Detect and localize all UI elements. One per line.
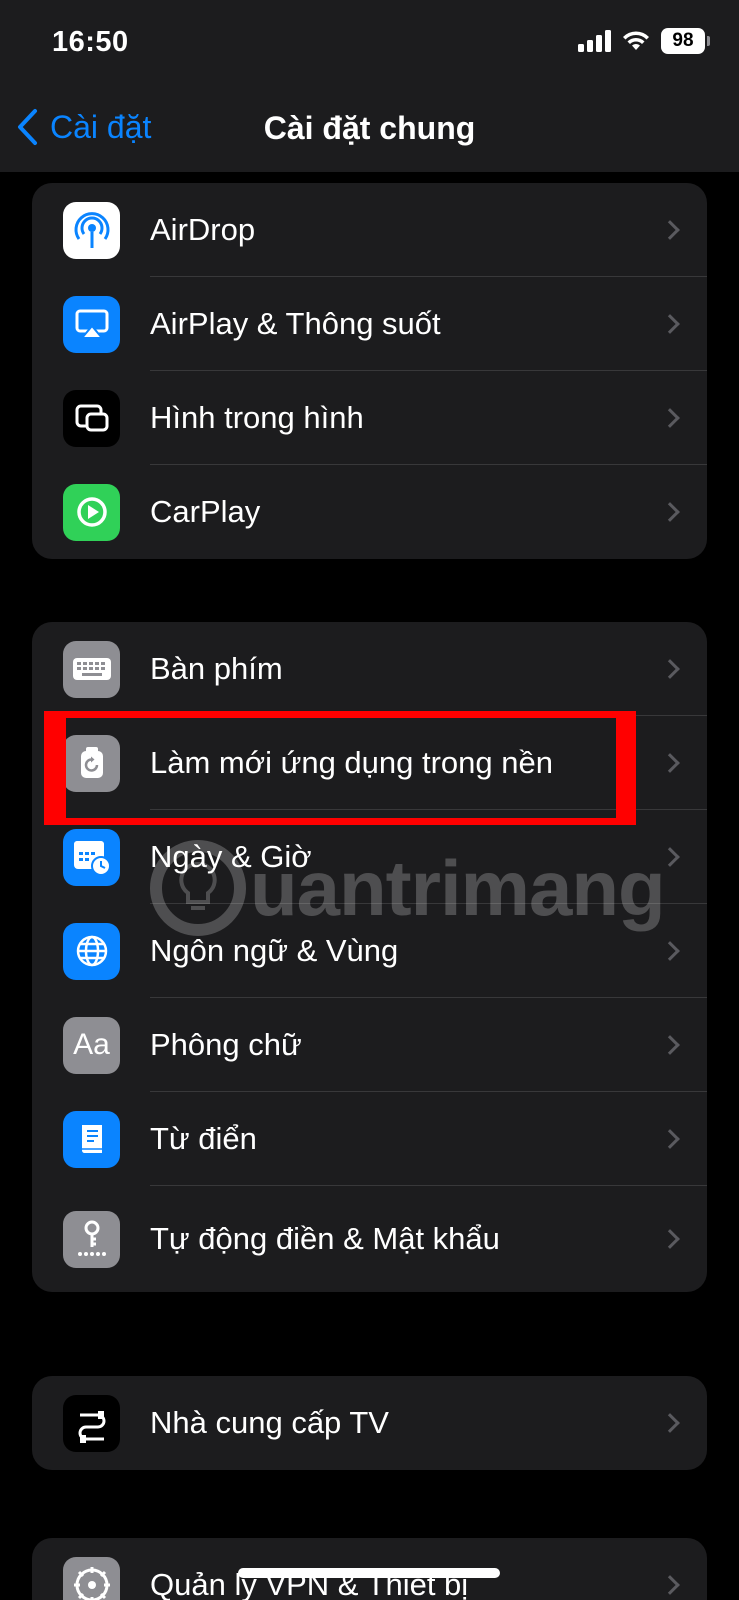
top-bar: 16:50 98 Cài đặt Cài đặt chung (0, 0, 739, 172)
keyboard-icon (63, 640, 120, 698)
battery-indicator: 98 (661, 28, 710, 54)
settings-row-tv-provider[interactable]: Nhà cung cấp TV (32, 1376, 707, 1470)
settings-group-general: Bàn phím Làm mới ứng dụng trong nền Ngày… (32, 622, 707, 1292)
settings-row-background-app-refresh[interactable]: Làm mới ứng dụng trong nền (32, 716, 707, 810)
gear-icon (63, 1556, 120, 1600)
chevron-right-icon (660, 1035, 680, 1055)
home-indicator[interactable] (238, 1568, 500, 1578)
settings-row-label: CarPlay (150, 494, 261, 529)
background-refresh-icon (63, 734, 120, 792)
settings-row-language-region[interactable]: Ngôn ngữ & Vùng (32, 904, 707, 998)
settings-row-picture-in-picture[interactable]: Hình trong hình (32, 371, 707, 465)
carplay-icon (63, 483, 120, 541)
calendar-clock-icon (63, 828, 120, 886)
chevron-right-icon (660, 408, 680, 428)
settings-row-label: Từ điển (150, 1121, 257, 1156)
chevron-right-icon (660, 502, 680, 522)
settings-row-dictionary[interactable]: Từ điển (32, 1092, 707, 1186)
dictionary-icon (63, 1110, 120, 1168)
chevron-right-icon (660, 753, 680, 773)
tv-provider-icon (63, 1394, 120, 1452)
settings-row-label: Ngôn ngữ & Vùng (150, 933, 399, 968)
chevron-right-icon (660, 1229, 680, 1249)
settings-row-autofill-passwords[interactable]: Tự động điền & Mật khẩu (32, 1186, 707, 1292)
settings-row-label: AirPlay & Thông suốt (150, 306, 441, 341)
status-time: 16:50 (52, 26, 129, 58)
settings-row-label: AirDrop (150, 212, 256, 247)
globe-icon (63, 922, 120, 980)
status-icons: 98 (578, 28, 710, 54)
chevron-right-icon (660, 659, 680, 679)
airdrop-icon (63, 201, 120, 259)
settings-row-date-time[interactable]: Ngày & Giờ (32, 810, 707, 904)
settings-row-airdrop[interactable]: AirDrop (32, 183, 707, 277)
settings-row-fonts[interactable]: Aa Phông chữ (32, 998, 707, 1092)
chevron-right-icon (660, 1413, 680, 1433)
chevron-right-icon (660, 1575, 680, 1595)
page-title: Cài đặt chung (263, 110, 476, 146)
settings-row-label: Tự động điền & Mật khẩu (150, 1221, 500, 1256)
settings-group-connectivity: AirDrop AirPlay & Thông suốt Hình trong … (32, 183, 707, 559)
airplay-icon (63, 295, 120, 353)
font-icon: Aa (63, 1016, 120, 1074)
settings-row-carplay[interactable]: CarPlay (32, 465, 707, 559)
settings-row-label: Hình trong hình (150, 400, 364, 435)
cellular-signal-icon (578, 30, 611, 52)
picture-in-picture-icon (63, 389, 120, 447)
settings-row-label: Ngày & Giờ (150, 839, 312, 874)
settings-row-keyboard[interactable]: Bàn phím (32, 622, 707, 716)
settings-group-tv: Nhà cung cấp TV (32, 1376, 707, 1470)
settings-row-label: Nhà cung cấp TV (150, 1405, 389, 1440)
wifi-icon (623, 31, 649, 50)
screen: 16:50 98 Cài đặt Cài đặt chung AirDrop A… (0, 0, 739, 1600)
settings-row-label: Phông chữ (150, 1027, 302, 1062)
settings-row-label: Bàn phím (150, 651, 283, 686)
chevron-right-icon (660, 220, 680, 240)
chevron-right-icon (660, 1129, 680, 1149)
font-icon-glyph: Aa (73, 1028, 110, 1061)
chevron-right-icon (660, 847, 680, 867)
chevron-right-icon (660, 314, 680, 334)
chevron-right-icon (660, 941, 680, 961)
settings-row-label: Làm mới ứng dụng trong nền (150, 745, 553, 780)
settings-row-airplay[interactable]: AirPlay & Thông suốt (32, 277, 707, 371)
key-icon (63, 1210, 120, 1268)
